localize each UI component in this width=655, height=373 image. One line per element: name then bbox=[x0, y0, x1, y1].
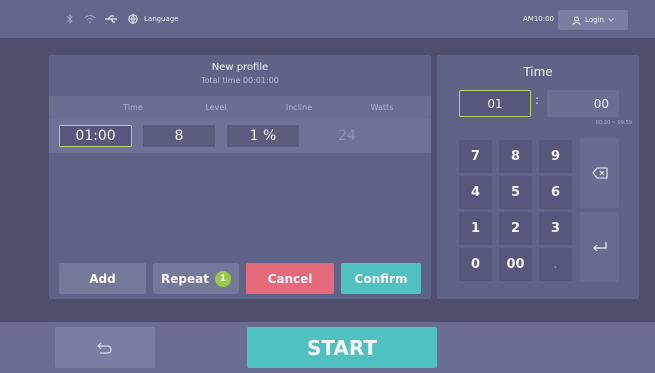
cancel-label: Cancel bbox=[267, 271, 313, 286]
bottom-bar: START bbox=[0, 322, 655, 373]
key-6[interactable]: 6 bbox=[539, 176, 572, 209]
key-9[interactable]: 9 bbox=[539, 140, 572, 173]
column-header-watts: Watts bbox=[370, 103, 394, 112]
key-00[interactable]: 00 bbox=[499, 248, 532, 281]
chevron-down-icon bbox=[608, 18, 614, 22]
add-button[interactable]: Add bbox=[59, 263, 146, 294]
column-header-level: Level bbox=[205, 103, 227, 112]
login-label: Login bbox=[585, 16, 604, 24]
column-header-incline: Incline bbox=[285, 103, 313, 112]
key-5[interactable]: 5 bbox=[499, 176, 532, 209]
repeat-button[interactable]: Repeat 1 bbox=[153, 263, 239, 294]
total-time: Total time 00:01:00 bbox=[201, 76, 279, 85]
seconds-field[interactable]: 00 bbox=[547, 90, 619, 117]
status-bar: Language AM10:00 Login bbox=[0, 0, 655, 38]
column-headers: Time Level Incline Watts bbox=[49, 96, 431, 119]
repeat-count-badge: 1 bbox=[214, 270, 231, 287]
backspace-button[interactable] bbox=[580, 138, 619, 208]
back-icon bbox=[96, 341, 114, 355]
confirm-button[interactable]: Confirm bbox=[341, 263, 421, 294]
user-icon bbox=[572, 16, 581, 25]
enter-button[interactable] bbox=[580, 212, 619, 282]
start-button[interactable]: START bbox=[247, 327, 437, 368]
key-7[interactable]: 7 bbox=[459, 140, 492, 173]
watts-cell: 24 bbox=[338, 128, 356, 144]
add-label: Add bbox=[89, 271, 116, 286]
wifi-icon bbox=[83, 10, 97, 28]
key-decimal: . bbox=[539, 248, 572, 281]
confirm-label: Confirm bbox=[354, 271, 408, 286]
table-row[interactable]: 01:00 8 1 % 24 bbox=[49, 119, 431, 153]
key-4[interactable]: 4 bbox=[459, 176, 492, 209]
minutes-field[interactable]: 01 bbox=[459, 90, 531, 117]
start-label: START bbox=[306, 335, 378, 360]
time-title: Time bbox=[523, 65, 553, 79]
cancel-button[interactable]: Cancel bbox=[246, 263, 334, 294]
incline-cell[interactable]: 1 % bbox=[227, 125, 299, 147]
login-button[interactable]: Login bbox=[558, 10, 628, 30]
key-0[interactable]: 0 bbox=[459, 248, 492, 281]
key-2[interactable]: 2 bbox=[499, 212, 532, 245]
key-3[interactable]: 3 bbox=[539, 212, 572, 245]
repeat-label: Repeat bbox=[161, 271, 209, 286]
clock: AM10:00 bbox=[523, 15, 555, 23]
profile-title: New profile bbox=[211, 62, 269, 73]
key-8[interactable]: 8 bbox=[499, 140, 532, 173]
bluetooth-icon bbox=[64, 10, 76, 28]
time-cell[interactable]: 01:00 bbox=[59, 125, 132, 147]
key-1[interactable]: 1 bbox=[459, 212, 492, 245]
column-header-time: Time bbox=[123, 103, 143, 112]
usb-icon bbox=[103, 10, 119, 28]
level-cell[interactable]: 8 bbox=[143, 125, 215, 147]
globe-icon[interactable] bbox=[126, 10, 140, 28]
time-separator: : bbox=[535, 93, 540, 107]
time-keypad-panel: Time 01 : 00 00:20 ~ 99:59 7 8 9 4 5 6 1… bbox=[437, 55, 639, 299]
backspace-icon bbox=[591, 167, 608, 179]
time-range-hint: 00:20 ~ 99:59 bbox=[595, 120, 632, 126]
enter-icon bbox=[592, 241, 608, 253]
profile-panel: New profile Total time 00:01:00 Time Lev… bbox=[49, 55, 431, 299]
back-button[interactable] bbox=[55, 327, 155, 368]
language-label[interactable]: Language bbox=[144, 10, 179, 28]
